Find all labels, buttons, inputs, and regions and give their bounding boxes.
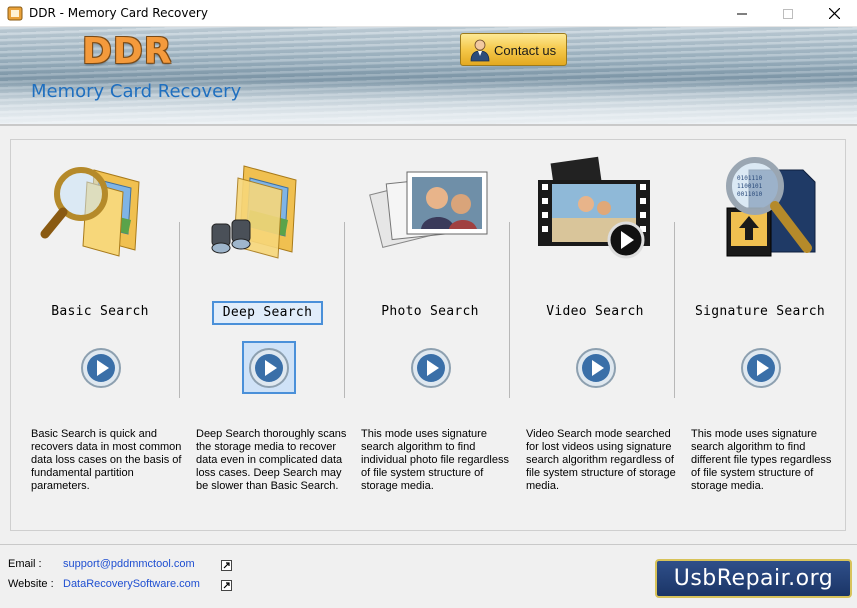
film-strip-icon [538,156,650,259]
memory-card-magnifier-icon: 010111011001010011010 [726,157,816,257]
website-label: Website : [8,578,54,590]
video-search-description: Video Search mode searched for lost vide… [526,428,676,492]
play-icon [411,348,451,388]
play-icon [249,347,289,388]
brand-text: UsbRepair.org [673,566,834,591]
photo-search-title[interactable]: Photo Search [347,304,513,319]
maximize-button[interactable] [765,0,811,27]
photo-search-description: This mode uses signature search algorith… [361,428,509,492]
header-divider [0,124,857,126]
signature-search-title[interactable]: Signature Search [677,304,843,319]
signature-search-start-button[interactable] [740,347,782,389]
header-banner: DDR Memory Card Recovery Contact us [0,27,857,125]
external-link-icon[interactable] [221,580,232,591]
deep-search-title[interactable]: Deep Search [212,301,323,325]
product-name: Memory Card Recovery [31,81,242,102]
footer-divider [0,544,857,545]
basic-search-start-button[interactable] [80,347,122,389]
svg-text:1100101: 1100101 [737,183,763,190]
title-bar: DDR - Memory Card Recovery [0,0,857,27]
close-button[interactable] [811,0,857,27]
ddr-logo: DDR [82,31,173,72]
brand-badge: UsbRepair.org [655,559,852,598]
close-icon [828,8,840,19]
mode-photo-search: Photo Search This mode uses signature se… [347,140,513,532]
minimize-icon [737,13,747,14]
play-icon [576,348,616,388]
signature-search-description: This mode uses signature search algorith… [691,428,832,492]
search-modes-panel: Basic Search Basic Search is quick and r… [10,139,846,531]
app-icon [7,6,23,21]
email-link[interactable]: support@pddmmctool.com [63,558,195,570]
mode-basic-search: Basic Search Basic Search is quick and r… [17,140,183,532]
basic-search-title[interactable]: Basic Search [17,304,183,319]
play-icon [741,348,781,388]
contact-person-icon [470,39,490,62]
svg-text:0101110: 0101110 [737,175,763,182]
mode-signature-search: 0101110 1100101 0011010 Signature Search T… [677,140,843,532]
external-link-icon[interactable] [221,560,232,571]
svg-text:0011010: 0011010 [737,191,763,198]
folder-magnifier-icon [40,167,140,257]
email-label: Email : [8,558,42,570]
website-link[interactable]: DataRecoverySoftware.com [63,578,200,590]
mode-video-search: Video Search Video Search mode searched … [512,140,678,532]
maximize-icon [783,8,793,19]
video-search-title[interactable]: Video Search [512,304,678,319]
mode-deep-search: Deep Search Deep Search thoroughly scans… [182,140,348,532]
window-title: DDR - Memory Card Recovery [29,6,208,20]
video-search-start-button[interactable] [575,347,617,389]
contact-us-button[interactable]: Contact us [460,33,567,66]
deep-search-description: Deep Search thoroughly scans the storage… [196,428,347,492]
minimize-button[interactable] [719,0,765,27]
play-icon [81,348,121,388]
basic-search-description: Basic Search is quick and recovers data … [31,428,182,492]
deep-search-start-button[interactable] [242,341,296,394]
folder-binoculars-icon [211,165,297,259]
photo-search-start-button[interactable] [410,347,452,389]
contact-us-label: Contact us [494,43,557,58]
photo-stack-icon [369,171,488,248]
